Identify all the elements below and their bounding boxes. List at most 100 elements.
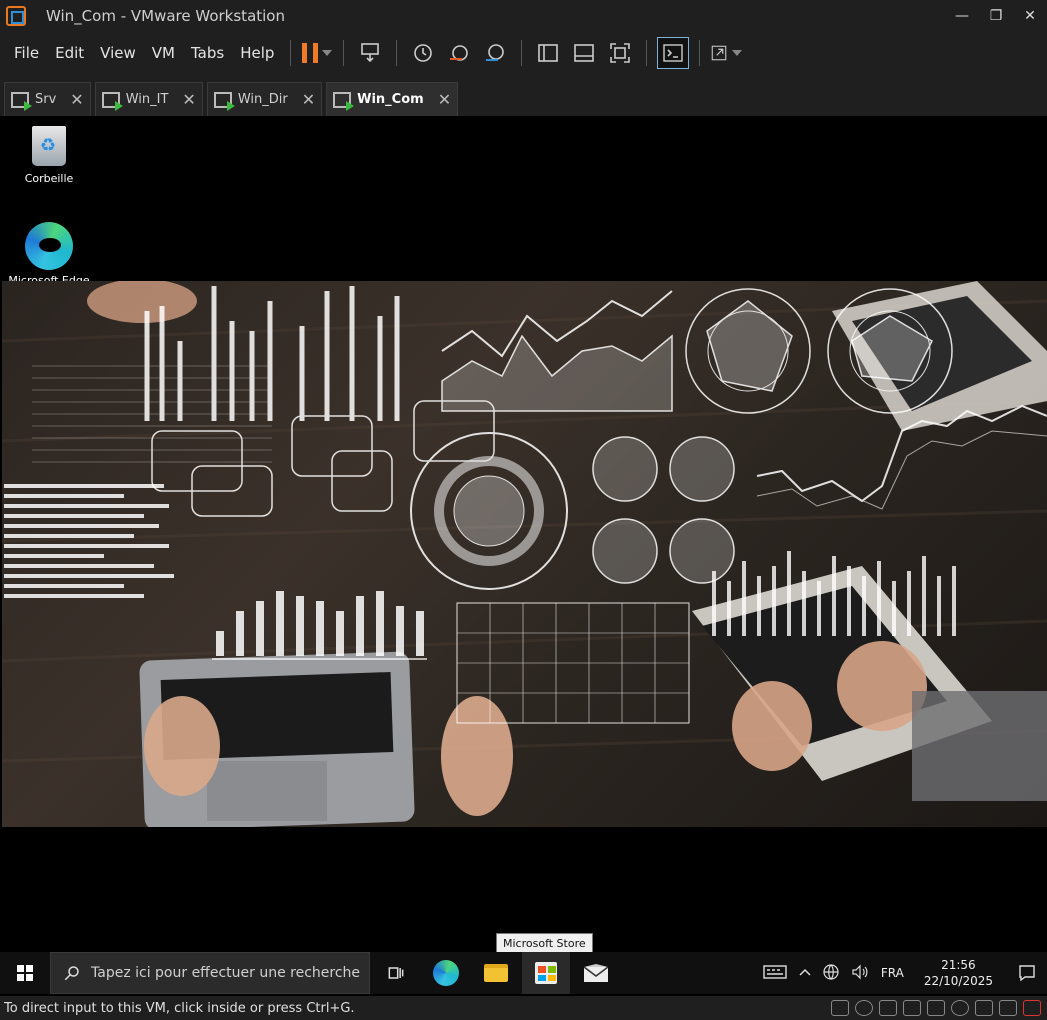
snapshot-button[interactable] — [407, 37, 439, 69]
folder-icon — [484, 964, 508, 982]
title-bar: Win_Com - VMware Workstation — ❐ ✕ — [0, 0, 1047, 32]
taskbar-search-box[interactable]: Tapez ici pour effectuer une recherche — [50, 952, 370, 994]
send-ctrl-alt-del-button[interactable] — [354, 37, 386, 69]
keyboard-icon — [763, 964, 787, 979]
notifications-button[interactable] — [1007, 964, 1047, 982]
console-view-button[interactable] — [657, 37, 690, 69]
toolbar-separator — [290, 40, 292, 66]
removable-device-icon[interactable] — [1023, 1000, 1041, 1016]
chevron-down-icon — [322, 50, 333, 56]
menu-tabs[interactable]: Tabs — [183, 44, 232, 62]
device-status-icons — [831, 1000, 1047, 1016]
recycle-bin-icon — [32, 126, 66, 166]
task-view-button[interactable] — [372, 952, 420, 994]
desktop-icon-label: Corbeille — [24, 172, 74, 185]
usb-icon[interactable] — [903, 1000, 921, 1016]
vm-running-icon — [11, 91, 32, 111]
clock-time: 21:56 — [941, 958, 976, 972]
menu-help[interactable]: Help — [232, 44, 282, 62]
edge-browser-icon — [25, 222, 73, 270]
tab-label: Win_IT — [125, 92, 169, 107]
vm-running-icon — [101, 91, 123, 111]
status-message: To direct input to this VM, click inside… — [4, 1000, 355, 1016]
search-icon — [64, 966, 79, 981]
snapshot-manager-button[interactable] — [479, 37, 511, 69]
search-placeholder: Tapez ici pour effectuer une recherche — [91, 965, 361, 981]
volume-button[interactable] — [845, 964, 875, 983]
close-button[interactable]: ✕ — [1013, 0, 1047, 32]
taskbar-mail-button[interactable] — [572, 952, 620, 994]
tab-label: Win_Com — [357, 92, 424, 107]
system-tray: FRA 21:56 22/10/2025 — [757, 952, 1047, 994]
touch-keyboard-button[interactable] — [757, 964, 793, 983]
message-log-icon[interactable] — [999, 1000, 1017, 1016]
tab-label: Srv — [35, 92, 57, 107]
toolbar-separator — [646, 40, 648, 66]
tab-srv[interactable]: Srv ✕ — [4, 82, 91, 116]
minimize-button[interactable]: — — [945, 0, 979, 32]
fit-guest-button[interactable] — [604, 37, 636, 69]
guest-taskbar: Tapez ici pour effectuer une recherche F… — [0, 952, 1047, 994]
taskbar-tooltip: Microsoft Store — [496, 933, 593, 953]
chevron-up-icon — [799, 968, 811, 976]
taskbar-clock[interactable]: 21:56 22/10/2025 — [910, 957, 1007, 989]
start-button[interactable] — [0, 952, 50, 994]
toolbar-separator — [699, 40, 701, 66]
clock-date: 22/10/2025 — [923, 974, 993, 988]
network-adapter-icon[interactable] — [879, 1000, 897, 1016]
menu-vm[interactable]: VM — [144, 44, 183, 62]
menu-file[interactable]: File — [6, 44, 47, 62]
hard-disk-icon[interactable] — [831, 1000, 849, 1016]
keyboard-icon — [361, 43, 380, 63]
pause-button[interactable] — [301, 37, 333, 69]
close-icon[interactable]: ✕ — [302, 90, 315, 109]
display-icon[interactable] — [975, 1000, 993, 1016]
show-library-button[interactable] — [532, 37, 564, 69]
speaker-icon — [852, 964, 868, 979]
menu-view[interactable]: View — [92, 44, 144, 62]
menu-edit[interactable]: Edit — [47, 44, 92, 62]
input-language-indicator[interactable]: FRA — [875, 966, 910, 980]
wallpaper-illustration — [2, 281, 1047, 827]
pause-icon — [302, 43, 319, 63]
fit-screen-icon — [610, 43, 631, 63]
desktop-icon-edge[interactable]: Microsoft Edge — [4, 222, 94, 287]
edge-browser-icon — [433, 960, 459, 986]
desktop-icon-recycle-bin[interactable]: Corbeille — [4, 126, 94, 185]
task-view-icon — [388, 967, 404, 979]
show-hidden-icons-button[interactable] — [793, 966, 817, 980]
cd-drive-icon[interactable] — [855, 1000, 873, 1016]
taskbar-store-button[interactable] — [522, 952, 570, 994]
taskbar-file-explorer-button[interactable] — [472, 952, 520, 994]
menu-toolbar: File Edit View VM Tabs Help — [0, 32, 1047, 74]
sound-card-icon[interactable] — [927, 1000, 945, 1016]
wallpaper-image — [2, 281, 1047, 827]
tab-win-com[interactable]: Win_Com ✕ — [326, 82, 459, 116]
chevron-down-icon — [732, 50, 743, 56]
mail-icon — [583, 964, 609, 982]
toolbar-separator — [343, 40, 345, 66]
vm-tab-bar: Srv ✕ Win_IT ✕ Win_Dir ✕ Win_Com ✕ — [0, 74, 1047, 116]
vmware-status-bar: To direct input to this VM, click inside… — [0, 996, 1047, 1020]
clock-icon — [414, 44, 433, 62]
toolbar-separator — [396, 40, 398, 66]
tab-win-dir[interactable]: Win_Dir ✕ — [206, 82, 323, 116]
tab-win-it[interactable]: Win_IT ✕ — [94, 82, 203, 116]
sidebar-icon — [538, 44, 559, 62]
network-button[interactable] — [817, 963, 845, 983]
window-title: Win_Com - VMware Workstation — [46, 7, 285, 25]
show-thumbnail-bar-button[interactable] — [568, 37, 600, 69]
wireless-icon[interactable] — [951, 1000, 969, 1016]
notification-icon — [1019, 965, 1035, 982]
snapshot-manager-icon — [486, 44, 505, 61]
revert-snapshot-button[interactable] — [443, 37, 475, 69]
close-icon[interactable]: ✕ — [70, 90, 83, 109]
close-icon[interactable]: ✕ — [438, 90, 451, 109]
toolbar-separator — [521, 40, 523, 66]
close-icon[interactable]: ✕ — [182, 90, 195, 109]
vm-running-icon — [333, 91, 355, 111]
taskbar-edge-button[interactable] — [422, 952, 470, 994]
full-screen-button[interactable] — [710, 37, 743, 69]
guest-desktop[interactable]: Corbeille Microsoft Edge — [0, 116, 1047, 952]
restore-button[interactable]: ❐ — [979, 0, 1013, 32]
